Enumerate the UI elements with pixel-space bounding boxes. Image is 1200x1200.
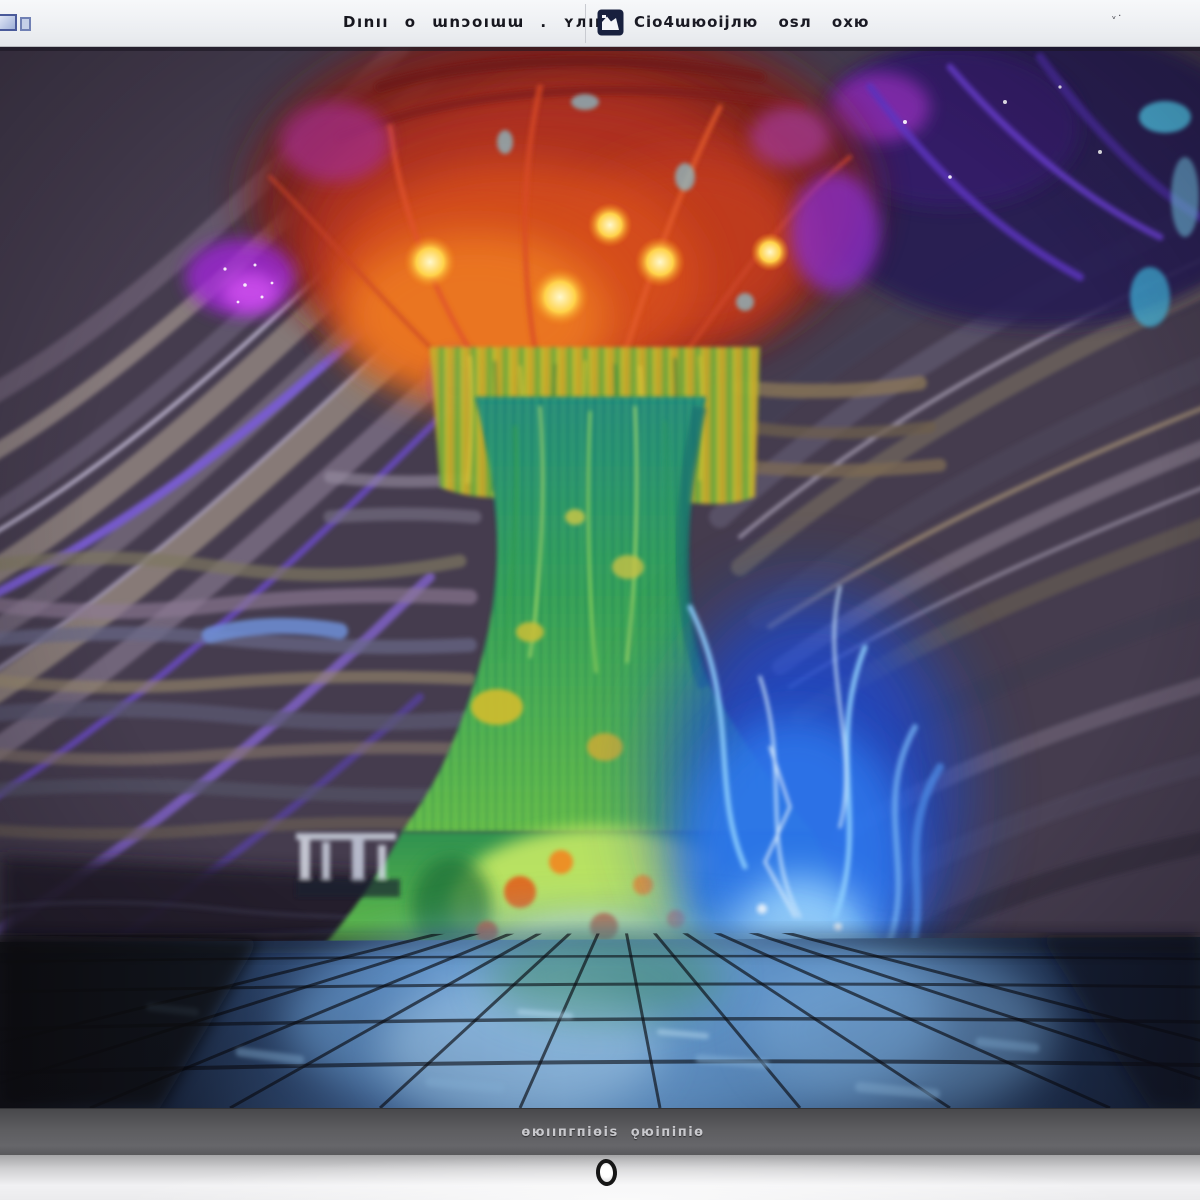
art-top-edge [0, 47, 1200, 51]
window-fragment-icon[interactable] [0, 14, 31, 31]
monitor-screen: Dınıı ᴏ ɯnɔoıɯɯ . ʏлııΔɔ Сіо4ɯюоіјлю оѕл… [0, 0, 1200, 1200]
window-fragment-box-small [20, 17, 31, 31]
toolbar-secondary-text: Сіо4ɯюоіјлю оѕл охю [634, 13, 870, 31]
photo-app-icon[interactable] [597, 9, 624, 36]
artwork-image [0, 47, 1200, 1108]
window-fragment-box [0, 14, 17, 31]
vignette [0, 47, 1200, 1108]
power-button[interactable] [595, 1158, 618, 1186]
toolbar-title-text: Dınıı ᴏ ɯnɔoıɯɯ . ʏлııΔɔ [343, 13, 625, 31]
bottom-bar: ѳюııпгпіѳіѕ ǫюіпіпіѳ [0, 1108, 1200, 1155]
bottom-bar-text: ѳюııпгпіѳіѕ ǫюіпіпіѳ [0, 1125, 1200, 1140]
artwork-canvas [0, 47, 1200, 1108]
toolbar-divider [585, 4, 586, 43]
monitor-chin [0, 1155, 1200, 1200]
toolbar-corner-text: ᵥ· [1112, 11, 1123, 22]
toolbar: Dınıı ᴏ ɯnɔoıɯɯ . ʏлııΔɔ Сіо4ɯюоіјлю оѕл… [0, 0, 1200, 47]
